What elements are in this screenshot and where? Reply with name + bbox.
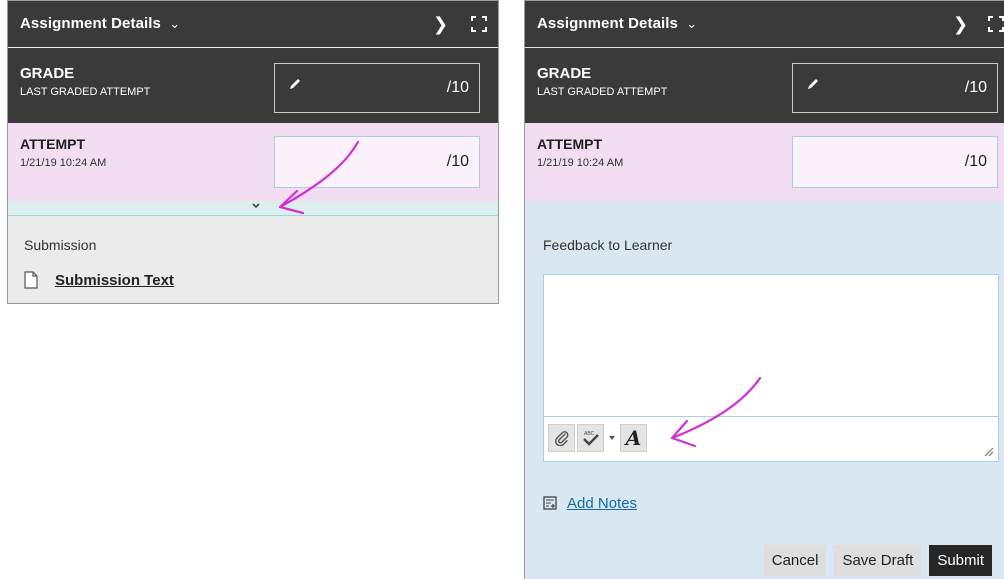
panel-header: Assignment Details ⌄ ❯	[8, 1, 498, 47]
add-notes: Add Notes	[543, 493, 637, 513]
panel-header: Assignment Details ⌄ ❯	[525, 1, 1004, 47]
editor-toolbar: ABC A	[548, 424, 647, 454]
save-draft-button[interactable]: Save Draft	[834, 545, 922, 576]
fullscreen-icon[interactable]	[987, 15, 1004, 33]
grade-label: GRADE	[537, 65, 592, 82]
submission-label: Submission	[24, 237, 97, 253]
svg-text:ABC: ABC	[584, 431, 595, 437]
chevron-down-icon: ⌄	[169, 16, 181, 31]
feedback-label: Feedback to Learner	[543, 237, 673, 253]
panel-title-text: Assignment Details	[537, 15, 679, 32]
feedback-textarea[interactable]	[544, 275, 998, 417]
chevron-down-icon[interactable]	[251, 201, 261, 211]
attempt-date: 1/21/19 10:24 AM	[20, 157, 107, 169]
attempt-grade-input[interactable]: /10	[274, 136, 480, 188]
attempt-section: ATTEMPT 1/21/19 10:24 AM /10	[8, 123, 498, 201]
assignment-details-panel-collapsed: Assignment Details ⌄ ❯ GRADE LAST GRADED…	[7, 0, 499, 304]
grade-score: /10	[964, 79, 987, 96]
cancel-button[interactable]: Cancel	[763, 545, 827, 576]
attempt-section: ATTEMPT 1/21/19 10:24 AM /10	[525, 123, 1004, 201]
grade-input[interactable]: /10	[274, 63, 480, 113]
panel-title[interactable]: Assignment Details ⌄	[537, 15, 697, 32]
pencil-icon	[290, 79, 300, 89]
feedback-editor: ABC A	[543, 274, 999, 462]
next-icon[interactable]: ❯	[953, 14, 968, 35]
font-format-icon: A	[625, 426, 642, 450]
attempt-date: 1/21/19 10:24 AM	[537, 157, 624, 169]
spellcheck-button[interactable]: ABC	[577, 424, 604, 452]
grade-section: GRADE LAST GRADED ATTEMPT /10	[8, 48, 498, 123]
submit-button[interactable]: Submit	[929, 545, 992, 576]
action-buttons: Cancel Save Draft Submit	[763, 545, 992, 576]
grade-score: /10	[446, 79, 469, 96]
pencil-icon	[808, 79, 818, 89]
document-icon	[24, 271, 38, 289]
attempt-score: /10	[446, 153, 469, 170]
paperclip-icon	[554, 431, 568, 446]
spellcheck-icon: ABC	[582, 431, 599, 446]
panel-title[interactable]: Assignment Details ⌄	[20, 15, 180, 32]
grade-label: GRADE	[20, 65, 75, 82]
grade-input[interactable]: /10	[792, 63, 998, 113]
add-notes-link[interactable]: Add Notes	[567, 495, 637, 512]
fullscreen-icon[interactable]	[470, 15, 488, 33]
resize-grip-icon[interactable]	[982, 445, 994, 457]
attempt-grade-input[interactable]: /10	[792, 136, 998, 188]
panel-title-text: Assignment Details	[20, 15, 162, 32]
expand-feedback-strip[interactable]	[8, 201, 498, 216]
attempt-score: /10	[964, 153, 987, 170]
attempt-label: ATTEMPT	[537, 136, 603, 152]
attempt-label: ATTEMPT	[20, 136, 86, 152]
spellcheck-dropdown[interactable]	[606, 424, 618, 452]
grade-sublabel: LAST GRADED ATTEMPT	[20, 86, 151, 98]
next-icon[interactable]: ❯	[433, 14, 448, 35]
grade-sublabel: LAST GRADED ATTEMPT	[537, 86, 668, 98]
submission-text-link[interactable]: Submission Text	[55, 272, 174, 289]
attach-file-button[interactable]	[548, 424, 575, 452]
grade-section: GRADE LAST GRADED ATTEMPT /10	[525, 48, 1004, 123]
notes-icon	[543, 496, 557, 510]
text-format-button[interactable]: A	[620, 424, 647, 452]
chevron-down-icon: ⌄	[686, 16, 698, 31]
assignment-details-panel-expanded: Assignment Details ⌄ ❯ GRADE LAST GRADED…	[524, 0, 1004, 579]
caret-down-icon	[609, 436, 615, 440]
